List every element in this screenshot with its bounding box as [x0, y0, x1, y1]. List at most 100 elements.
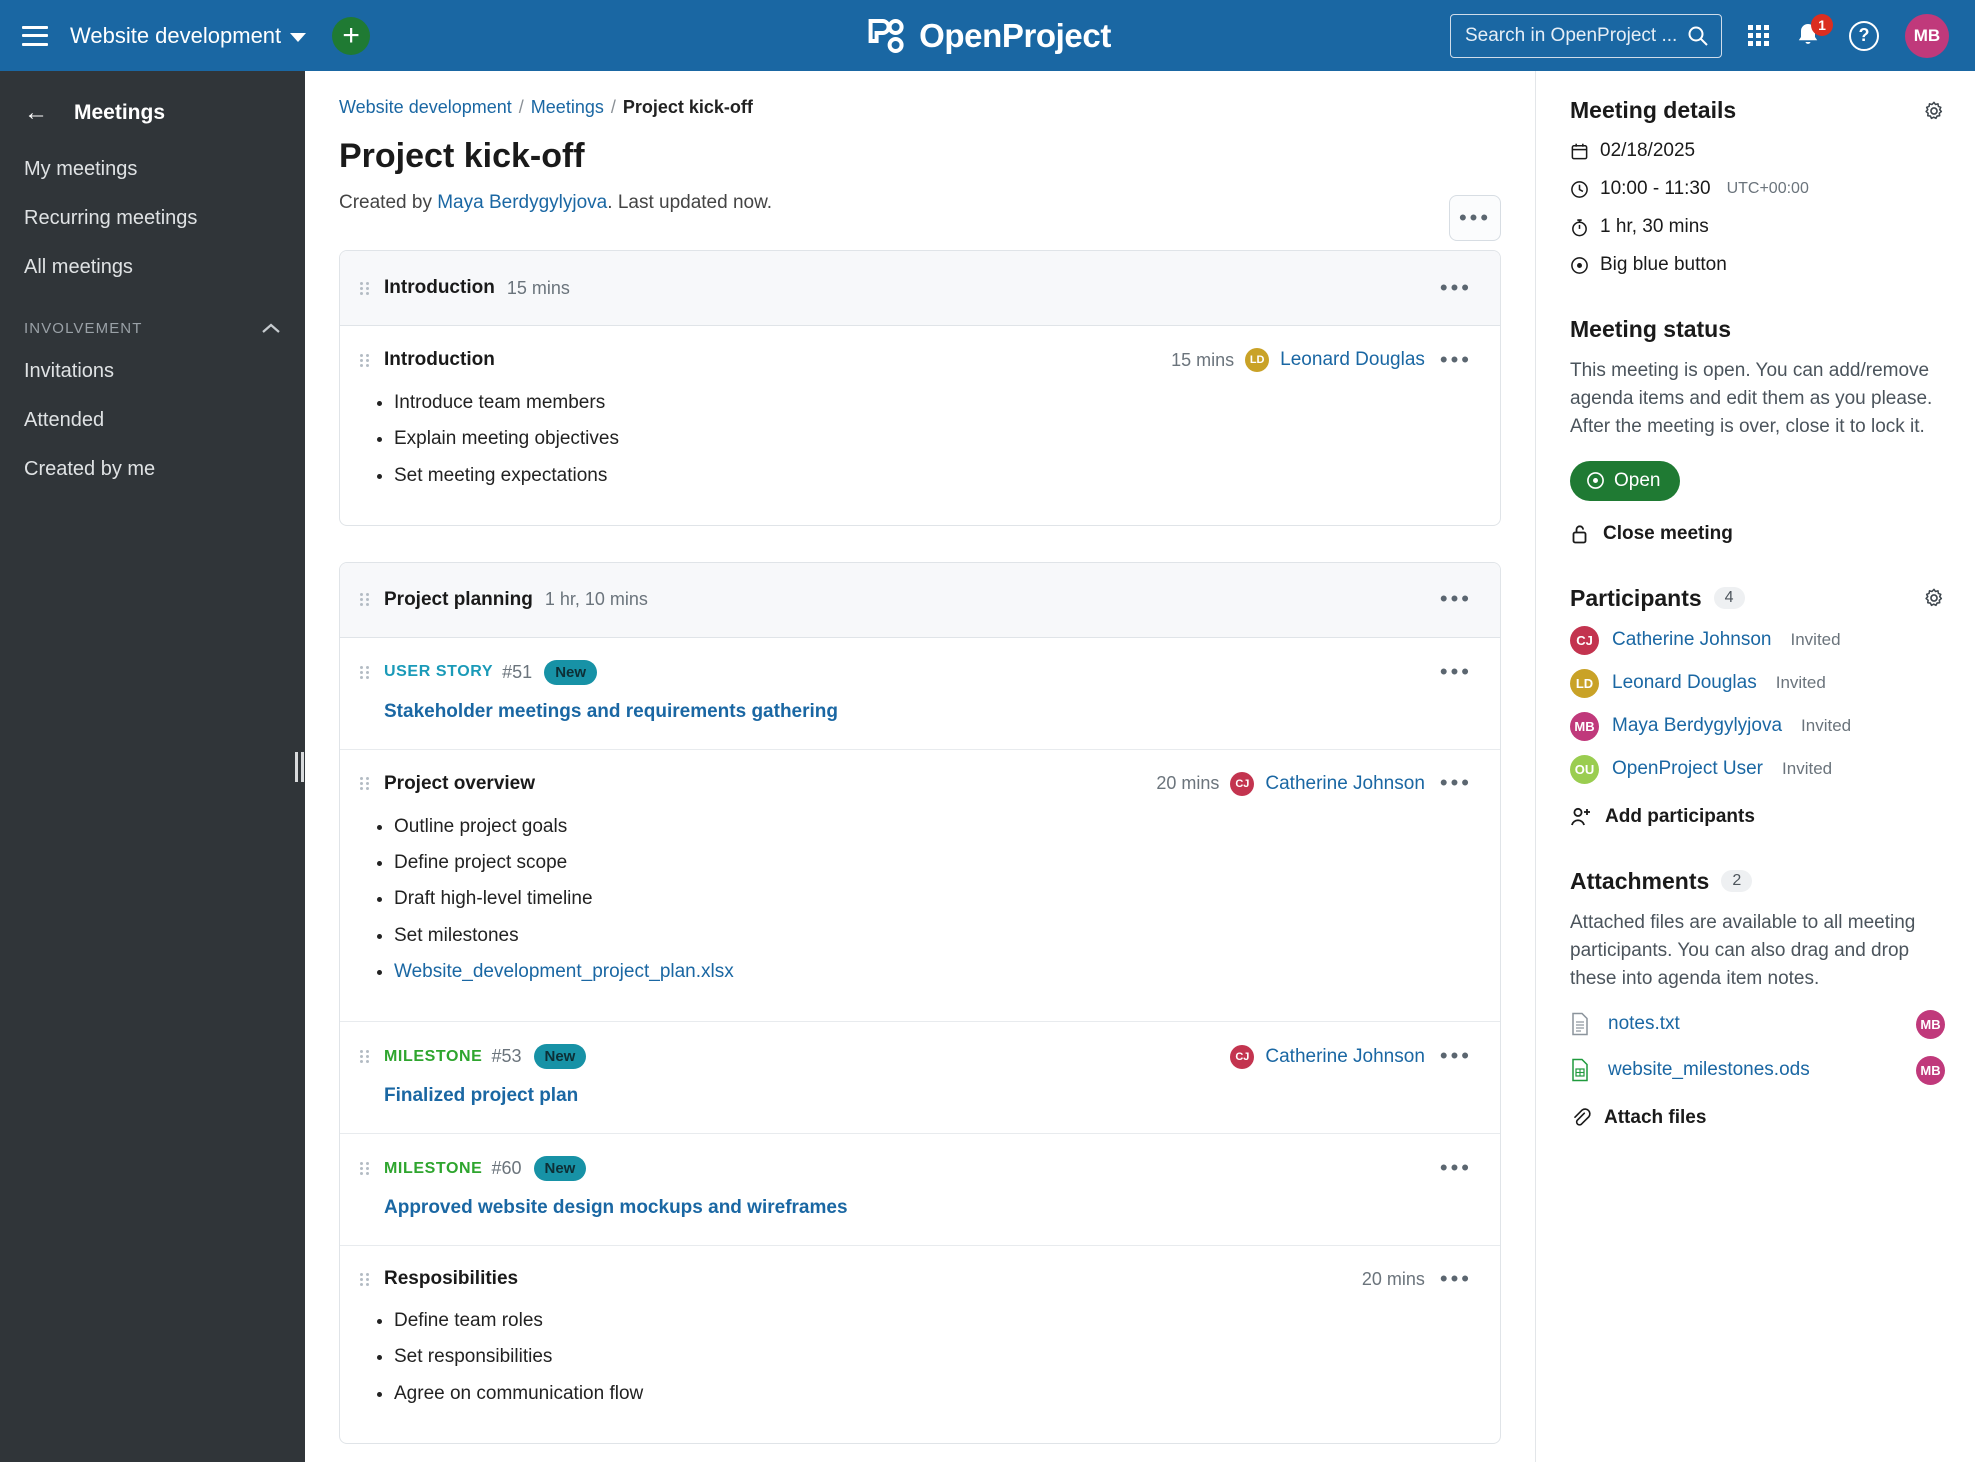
- attach-files-label: Attach files: [1604, 1106, 1707, 1128]
- agenda-section-more-button[interactable]: •••: [1436, 276, 1476, 299]
- list-item: Outline project goals: [394, 814, 1476, 839]
- page-more-menu-button[interactable]: •••: [1449, 195, 1501, 241]
- list-item: website_milestones.ods MB: [1570, 1055, 1945, 1085]
- agenda-item-work-package: MILESTONE #60 New ••• Approved website d…: [340, 1134, 1500, 1247]
- presenter-link[interactable]: Leonard Douglas: [1280, 349, 1425, 371]
- list-item: OU OpenProject User Invited: [1570, 754, 1945, 784]
- agenda-item-more-button[interactable]: •••: [1436, 1045, 1476, 1067]
- work-package-type: MILESTONE: [384, 1047, 483, 1065]
- sidebar-item-my-meetings[interactable]: My meetings: [0, 145, 305, 194]
- back-arrow-icon[interactable]: ←: [24, 101, 48, 125]
- calendar-icon: [1570, 142, 1589, 161]
- presenter-link[interactable]: Catherine Johnson: [1265, 1046, 1425, 1068]
- participant-link[interactable]: OpenProject User: [1612, 758, 1763, 780]
- work-package-subject-link[interactable]: Stakeholder meetings and requirements ga…: [384, 701, 1476, 723]
- openproject-logo[interactable]: OpenProject: [864, 17, 1111, 55]
- logo-text: OpenProject: [919, 16, 1111, 54]
- work-package-subject-link[interactable]: Approved website design mockups and wire…: [384, 1197, 1476, 1219]
- sidebar-item-recurring-meetings[interactable]: Recurring meetings: [0, 194, 305, 243]
- list-item: Set responsibilities: [394, 1344, 1476, 1369]
- agenda-section-project-planning: Project planning 1 hr, 10 mins ••• USER …: [339, 561, 1501, 1444]
- participant-link[interactable]: Catherine Johnson: [1612, 629, 1772, 651]
- header-actions: Search in OpenProject ... 1 ? MB: [1450, 13, 1975, 58]
- breadcrumb-project[interactable]: Website development: [339, 97, 512, 118]
- close-meeting-label: Close meeting: [1603, 522, 1733, 544]
- attach-files-button[interactable]: Attach files: [1570, 1107, 1945, 1129]
- avatar: LD: [1570, 668, 1599, 698]
- agenda-item-notes: Introduce team members Explain meeting o…: [394, 390, 1476, 488]
- close-meeting-button[interactable]: Close meeting: [1570, 523, 1945, 545]
- sidebar-item-invitations[interactable]: Invitations: [0, 347, 305, 396]
- agenda-item-meta: •••: [1436, 660, 1476, 683]
- meeting-status-title: Meeting status: [1570, 316, 1732, 342]
- work-package-subject-link[interactable]: Finalized project plan: [384, 1085, 1476, 1107]
- project-selector[interactable]: Website development: [70, 23, 307, 49]
- drag-handle-icon[interactable]: [360, 353, 372, 367]
- presenter-avatar: LD: [1245, 348, 1270, 372]
- gear-icon[interactable]: [1923, 100, 1945, 122]
- drag-handle-icon[interactable]: [360, 665, 372, 679]
- list-item: Explain meeting objectives: [394, 426, 1476, 451]
- agenda-item-more-button[interactable]: •••: [1436, 772, 1476, 794]
- agenda-item-more-button[interactable]: •••: [1436, 660, 1476, 683]
- help-icon[interactable]: ?: [1849, 20, 1879, 51]
- drag-handle-icon[interactable]: [360, 1272, 372, 1286]
- body: ← Meetings My meetings Recurring meeting…: [0, 71, 1975, 1462]
- participant-link[interactable]: Maya Berdygylyjova: [1612, 715, 1782, 737]
- chevron-up-icon[interactable]: [261, 322, 281, 335]
- drag-handle-icon[interactable]: [360, 1050, 372, 1064]
- agenda-item-meta: •••: [1436, 1157, 1476, 1179]
- breadcrumb-separator: /: [610, 97, 616, 117]
- breadcrumb-current: Project kick-off: [622, 97, 753, 117]
- agenda-section-title: Introduction: [384, 277, 495, 298]
- sidebar-item-created-by-me[interactable]: Created by me: [0, 445, 305, 494]
- page-title: Project kick-off: [339, 137, 585, 175]
- attachments-description: Attached files are available to all meet…: [1570, 911, 1916, 989]
- drag-handle-icon[interactable]: [360, 777, 372, 791]
- breadcrumb-separator: /: [518, 97, 524, 117]
- created-by-user-link[interactable]: Maya Berdygylyjova: [437, 192, 607, 213]
- drag-handle-icon[interactable]: [360, 1162, 372, 1176]
- attachments-title: Attachments: [1570, 867, 1710, 894]
- status-badge-open[interactable]: Open: [1570, 460, 1681, 501]
- clock-icon: [1570, 180, 1589, 199]
- list-item: MB Maya Berdygylyjova Invited: [1570, 711, 1945, 741]
- search-input[interactable]: Search in OpenProject ...: [1450, 13, 1722, 58]
- breadcrumb: Website development / Meetings / Project…: [339, 97, 1501, 118]
- sidebar-resize-handle[interactable]: [293, 750, 305, 784]
- agenda-item-more-button[interactable]: •••: [1436, 348, 1476, 371]
- sidebar-item-all-meetings[interactable]: All meetings: [0, 243, 305, 292]
- attachment-link[interactable]: notes.txt: [1608, 1013, 1898, 1035]
- agenda-section-more-button[interactable]: •••: [1436, 588, 1476, 610]
- agenda-item-duration: 15 mins: [1171, 349, 1235, 370]
- agenda-section-header: Introduction 15 mins •••: [340, 251, 1500, 326]
- add-participants-button[interactable]: Add participants: [1570, 806, 1945, 828]
- add-button[interactable]: +: [332, 16, 371, 55]
- agenda-item: Resposibilities 20 mins ••• Define team …: [340, 1246, 1500, 1443]
- drag-handle-icon[interactable]: [360, 593, 372, 607]
- gear-icon[interactable]: [1923, 587, 1945, 609]
- agenda-item-header: MILESTONE #53 New CJ Catherine Johnson •…: [360, 1044, 1476, 1070]
- meeting-time-row: 10:00 - 11:30 UTC+00:00: [1570, 178, 1945, 200]
- agenda-item: Project overview 20 mins CJ Catherine Jo…: [340, 750, 1500, 1023]
- sidebar-item-attended[interactable]: Attended: [0, 396, 305, 445]
- meeting-details-header: Meeting details: [1570, 97, 1945, 124]
- notifications-button[interactable]: 1: [1795, 13, 1833, 51]
- participant-state: Invited: [1790, 630, 1841, 650]
- sidebar-section-involvement[interactable]: INVOLVEMENT: [0, 292, 305, 347]
- status-badge: New: [533, 1156, 587, 1182]
- agenda-item-more-button[interactable]: •••: [1436, 1267, 1476, 1290]
- attachment-link[interactable]: website_milestones.ods: [1608, 1059, 1898, 1081]
- avatar[interactable]: MB: [1905, 13, 1949, 58]
- sidebar-back-header[interactable]: ← Meetings: [0, 87, 305, 145]
- presenter-link[interactable]: Catherine Johnson: [1265, 773, 1425, 795]
- attachment-inline-link[interactable]: Website_development_project_plan.xlsx: [394, 961, 734, 982]
- agenda-item-more-button[interactable]: •••: [1436, 1157, 1476, 1179]
- avatar: MB: [1916, 1055, 1945, 1085]
- drag-handle-icon[interactable]: [360, 281, 372, 295]
- breadcrumb-module[interactable]: Meetings: [531, 97, 604, 118]
- modules-grid-icon[interactable]: [1748, 25, 1769, 46]
- hamburger-menu-icon[interactable]: [22, 25, 48, 46]
- participant-link[interactable]: Leonard Douglas: [1612, 672, 1757, 694]
- meeting-status-header: Meeting status: [1570, 316, 1945, 343]
